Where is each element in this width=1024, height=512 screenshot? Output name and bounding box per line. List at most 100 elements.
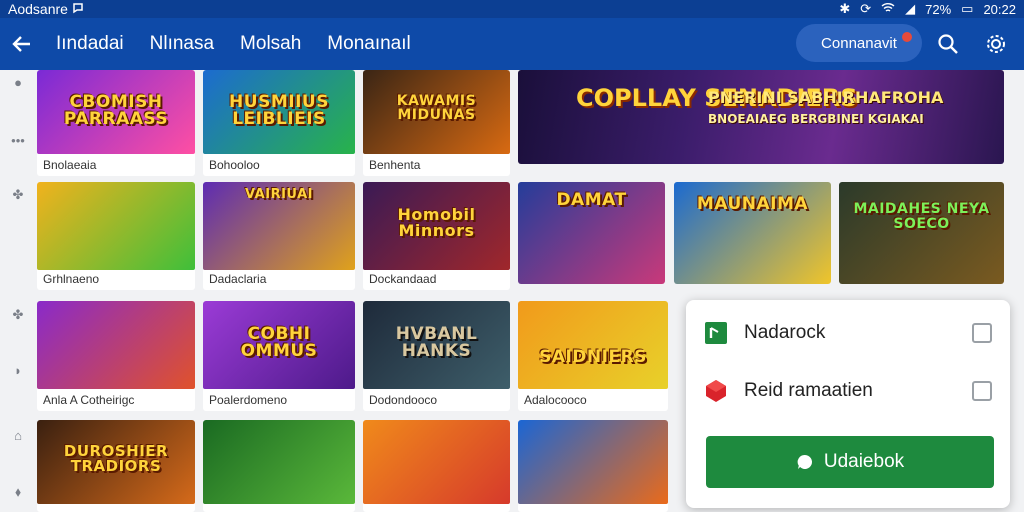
connect-button-label: Connanavit <box>821 34 897 52</box>
game-thumbnail: MAUNAIMA <box>674 182 831 284</box>
game-thumbnail: VAIRIUAI <box>203 182 355 270</box>
update-button-label: Udaiebok <box>823 451 905 472</box>
back-button[interactable] <box>0 18 44 70</box>
game-thumbnail: MAIDAHES NEYA SOECO <box>839 182 1004 284</box>
game-card[interactable]: DUROSHIER TRADIORS <box>37 420 195 512</box>
status-bar: Aodsanre ✱ ⟳ ◢ 72% ▭ 20:22 <box>0 0 1024 18</box>
game-thumbnail-title: SAIDNIERS <box>539 347 647 368</box>
popup-option-1-label: Nadarock <box>744 322 826 343</box>
game-card[interactable] <box>203 420 355 512</box>
search-button[interactable] <box>934 30 962 58</box>
game-card-label: Dockandaad <box>369 272 437 286</box>
game-thumbnail <box>37 182 195 270</box>
game-card-label: Grhlnaeno <box>43 272 100 286</box>
game-thumbnail: DAMAT <box>518 182 665 284</box>
signal-icon: ◢ <box>905 1 916 16</box>
game-card-label: Benhenta <box>369 158 421 172</box>
carrier-label: Aodsanre <box>8 1 68 17</box>
side-rail: ● ••• ✤ ✤ ◗ ⌂ ⬧ <box>0 70 36 512</box>
gear-icon <box>987 35 1005 53</box>
game-card[interactable]: MAUNAIMA <box>674 182 831 284</box>
game-card-label: Bnolaeaia <box>43 158 97 172</box>
chat-bubble-icon <box>797 454 812 469</box>
game-thumbnail <box>518 420 668 504</box>
game-thumbnail: HVBANL HANKS <box>363 301 510 389</box>
game-card[interactable]: COBHI OMMUS Poalerdomeno <box>203 301 355 411</box>
sync-icon: ⟳ <box>860 1 872 16</box>
game-card[interactable]: Anla A Cotheirigc <box>37 301 195 411</box>
game-card-label: Adalocooco <box>524 393 587 407</box>
game-thumbnail-title: MAUNAIMA <box>696 194 809 214</box>
game-card[interactable]: Grhlnaeno <box>37 182 195 290</box>
update-button[interactable]: Udaiebok <box>706 436 994 488</box>
chat-rail-icon[interactable]: ● <box>8 72 28 92</box>
tab-4[interactable]: Monaınaıl <box>327 33 410 55</box>
game-thumbnail <box>37 301 195 389</box>
game-thumbnail-title: Homobil Minnors <box>397 204 476 241</box>
notification-badge <box>902 32 912 42</box>
wifi-icon <box>881 2 895 17</box>
nav-tabs: Iındadai Nlınasa Molsah Monaınaıl <box>56 33 411 55</box>
featured-headline: PNERINI SABHIRHAFROHA <box>708 88 944 107</box>
tab-3[interactable]: Molsah <box>240 33 301 55</box>
tab-2[interactable]: Nlınasa <box>150 33 214 55</box>
flower-rail-icon[interactable]: ✤ <box>8 305 28 325</box>
game-card[interactable]: SAIDNIERS Adalocooco <box>518 301 668 411</box>
game-thumbnail-title: COBHI OMMUS <box>240 323 318 362</box>
game-thumbnail <box>203 420 355 504</box>
game-thumbnail-title: DUROSHIER TRADIORS <box>63 441 169 476</box>
game-card[interactable]: VAIRIUAI Dadaclaria <box>203 182 355 290</box>
home-rail-icon[interactable]: ⌂ <box>8 425 28 445</box>
game-thumbnail: HUSMIIUS LEIBLIEIS <box>203 70 355 154</box>
game-card[interactable]: Homobil Minnors Dockandaad <box>363 182 510 290</box>
game-card-label: Bohooloo <box>209 158 260 172</box>
red-cube-icon <box>704 379 728 403</box>
game-card[interactable]: DAMAT <box>518 182 665 284</box>
search-icon <box>938 34 958 54</box>
popup-option-2-label: Reid ramaatien <box>744 380 873 401</box>
featured-banner[interactable]: COPLLAY SENADIERS PNERINI SABHIRHAFROHA … <box>518 70 1004 164</box>
featured-subheadline: BNOEAIAEG BERGBINEI KGIAKAI <box>708 112 924 126</box>
game-card[interactable]: HVBANL HANKS Dodondooco <box>363 301 510 411</box>
game-thumbnail: Homobil Minnors <box>363 182 510 270</box>
game-thumbnail-title: HUSMIIUS LEIBLIEIS <box>229 91 329 130</box>
game-card[interactable] <box>518 420 668 512</box>
popup-option-2-checkbox[interactable] <box>972 381 992 401</box>
tag-rail-icon[interactable]: ◗ <box>8 360 28 380</box>
chat-status-icon <box>72 1 84 17</box>
game-thumbnail-title: VAIRIUAI <box>245 187 313 202</box>
game-card[interactable]: KAWAMIS MIDUNAS Benhenta <box>363 70 510 176</box>
popup-option-2[interactable]: Reid ramaatien <box>704 371 992 411</box>
bluetooth-icon: ✱ <box>839 1 851 16</box>
game-thumbnail: COBHI OMMUS <box>203 301 355 389</box>
game-card-label: Anla A Cotheirigc <box>43 393 135 407</box>
game-thumbnail: SAIDNIERS <box>518 301 668 389</box>
game-thumbnail-title: DAMAT <box>556 190 627 210</box>
tab-1[interactable]: Iındadai <box>56 33 124 55</box>
game-card[interactable]: HUSMIIUS LEIBLIEIS Bohooloo <box>203 70 355 176</box>
clock: 20:22 <box>983 1 1016 17</box>
battery-percent: 72% <box>925 1 952 17</box>
connect-button[interactable]: Connanavit <box>796 24 922 62</box>
game-card-label: Poalerdomeno <box>209 393 288 407</box>
game-thumbnail-title: MAIDAHES NEYA SOECO <box>853 201 990 232</box>
popup-option-1[interactable]: Nadarock <box>704 313 992 353</box>
game-card-label: Dodondooco <box>369 393 438 407</box>
battery-icon: ▭ <box>961 1 974 16</box>
popup-option-1-checkbox[interactable] <box>972 323 992 343</box>
game-card[interactable] <box>363 420 510 512</box>
game-card[interactable]: CBOMISH PARRAASS Bnolaeaia <box>37 70 195 176</box>
options-popup: Nadarock Reid ramaatien Udaiebok <box>686 300 1010 508</box>
arrow-left-icon <box>12 36 30 52</box>
game-thumbnail-title: KAWAMIS MIDUNAS <box>396 92 477 124</box>
green-check-icon <box>704 321 728 345</box>
game-thumbnail-title: CBOMISH PARRAASS <box>63 91 169 130</box>
cluster-rail-icon[interactable]: ✤ <box>8 185 28 205</box>
more-rail-icon[interactable]: ••• <box>8 130 28 150</box>
settings-button[interactable] <box>982 30 1010 58</box>
pin-rail-icon[interactable]: ⬧ <box>8 482 28 502</box>
game-card-label: Dadaclaria <box>209 272 267 286</box>
app-bar: Iındadai Nlınasa Molsah Monaınaıl Connan… <box>0 18 1024 70</box>
game-thumbnail-title: HVBANL HANKS <box>395 323 478 362</box>
game-card[interactable]: MAIDAHES NEYA SOECO <box>839 182 1004 284</box>
